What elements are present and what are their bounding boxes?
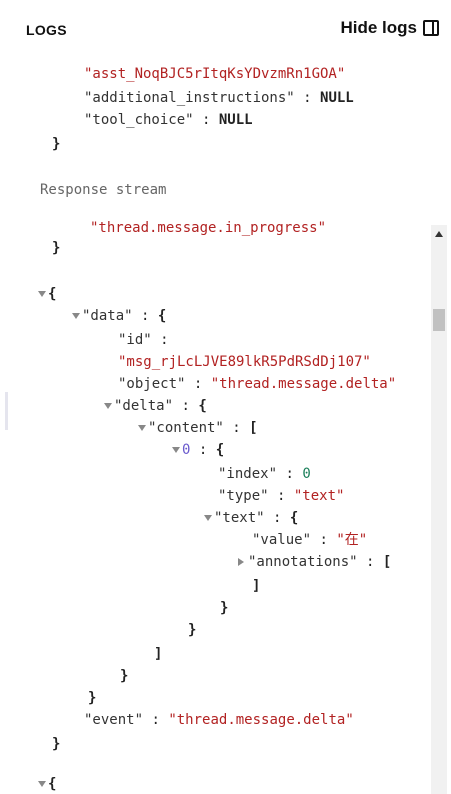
id-value: "msg_rjLcLJVE89lkR5PdRSdDj107"	[118, 354, 371, 370]
close-bracket: ]	[252, 578, 261, 594]
index-row: "index" : 0	[218, 466, 311, 482]
close-brace: }	[188, 622, 197, 638]
chevron-down-icon	[138, 425, 146, 431]
value-key: "value"	[252, 532, 312, 548]
chevron-down-icon	[172, 447, 180, 453]
resize-handle[interactable]	[5, 392, 8, 430]
delta-key: "delta"	[114, 398, 174, 414]
close-brace: }	[52, 136, 61, 152]
object-row: "object" : "thread.message.delta"	[118, 376, 397, 392]
id-key: "id"	[118, 332, 152, 348]
panel-right-icon	[423, 20, 439, 36]
object-value: "thread.message.delta"	[210, 376, 397, 392]
close-brace: }	[120, 668, 129, 684]
type-value: "text"	[293, 488, 345, 504]
value-value: "在"	[336, 532, 368, 548]
tool-choice-key: "tool_choice"	[84, 112, 194, 128]
assistant-id-value: "asst_NoqBJC5rItqKsYDvzmRn1GOA"	[84, 66, 346, 82]
chevron-down-icon	[38, 781, 46, 787]
id-row: "id" :	[118, 332, 178, 348]
response-stream-label: Response stream	[40, 182, 167, 198]
scroll-thumb[interactable]	[433, 309, 445, 331]
data-row[interactable]: "data" : {	[72, 306, 166, 326]
close-brace: }	[52, 240, 61, 256]
event-row: "event" : "thread.message.delta"	[84, 712, 354, 728]
text-row[interactable]: "text" : {	[204, 508, 298, 528]
logs-header: LOGS Hide logs	[0, 0, 451, 60]
vertical-scrollbar[interactable]	[431, 225, 447, 794]
value-row: "value" : "在"	[252, 532, 368, 548]
hide-logs-label: Hide logs	[340, 18, 417, 37]
index-key: "index"	[218, 466, 278, 482]
chevron-down-icon	[38, 291, 46, 297]
chevron-down-icon	[104, 403, 112, 409]
additional-instructions-key: "additional_instructions"	[84, 90, 295, 106]
delta-row[interactable]: "delta" : {	[104, 396, 207, 416]
annotations-key: "annotations"	[248, 554, 358, 570]
event-value-top: "thread.message.in_progress"	[90, 220, 327, 236]
object-key: "object"	[118, 376, 186, 392]
event-key: "event"	[84, 712, 144, 728]
event-object-toggle[interactable]: {	[38, 774, 56, 794]
logs-title: LOGS	[26, 22, 67, 38]
content-row[interactable]: "content" : [	[138, 418, 258, 438]
hide-logs-button[interactable]: Hide logs	[340, 18, 439, 38]
annotations-row[interactable]: "annotations" : [	[238, 552, 391, 572]
data-key: "data"	[82, 308, 133, 324]
index-value: 0	[302, 466, 311, 482]
chevron-down-icon	[72, 313, 80, 319]
text-key: "text"	[214, 510, 265, 526]
close-brace: }	[52, 736, 61, 752]
type-row: "type" : "text"	[218, 488, 345, 504]
event-value: "thread.message.delta"	[168, 712, 354, 728]
null-value: NULL	[218, 112, 253, 128]
close-brace: }	[88, 690, 97, 706]
event-object-toggle[interactable]: {	[38, 284, 56, 304]
chevron-right-icon	[238, 558, 244, 566]
type-key: "type"	[218, 488, 269, 504]
scroll-up-icon[interactable]	[435, 231, 443, 237]
content-key: "content"	[148, 420, 224, 436]
chevron-down-icon	[204, 515, 212, 521]
array-index-row[interactable]: 0 : {	[172, 440, 224, 460]
close-bracket: ]	[154, 646, 163, 662]
tool-choice-row: "tool_choice" : NULL	[84, 112, 253, 128]
additional-instructions-row: "additional_instructions" : NULL	[84, 90, 354, 106]
null-value: NULL	[320, 90, 354, 106]
close-brace: }	[220, 600, 229, 616]
